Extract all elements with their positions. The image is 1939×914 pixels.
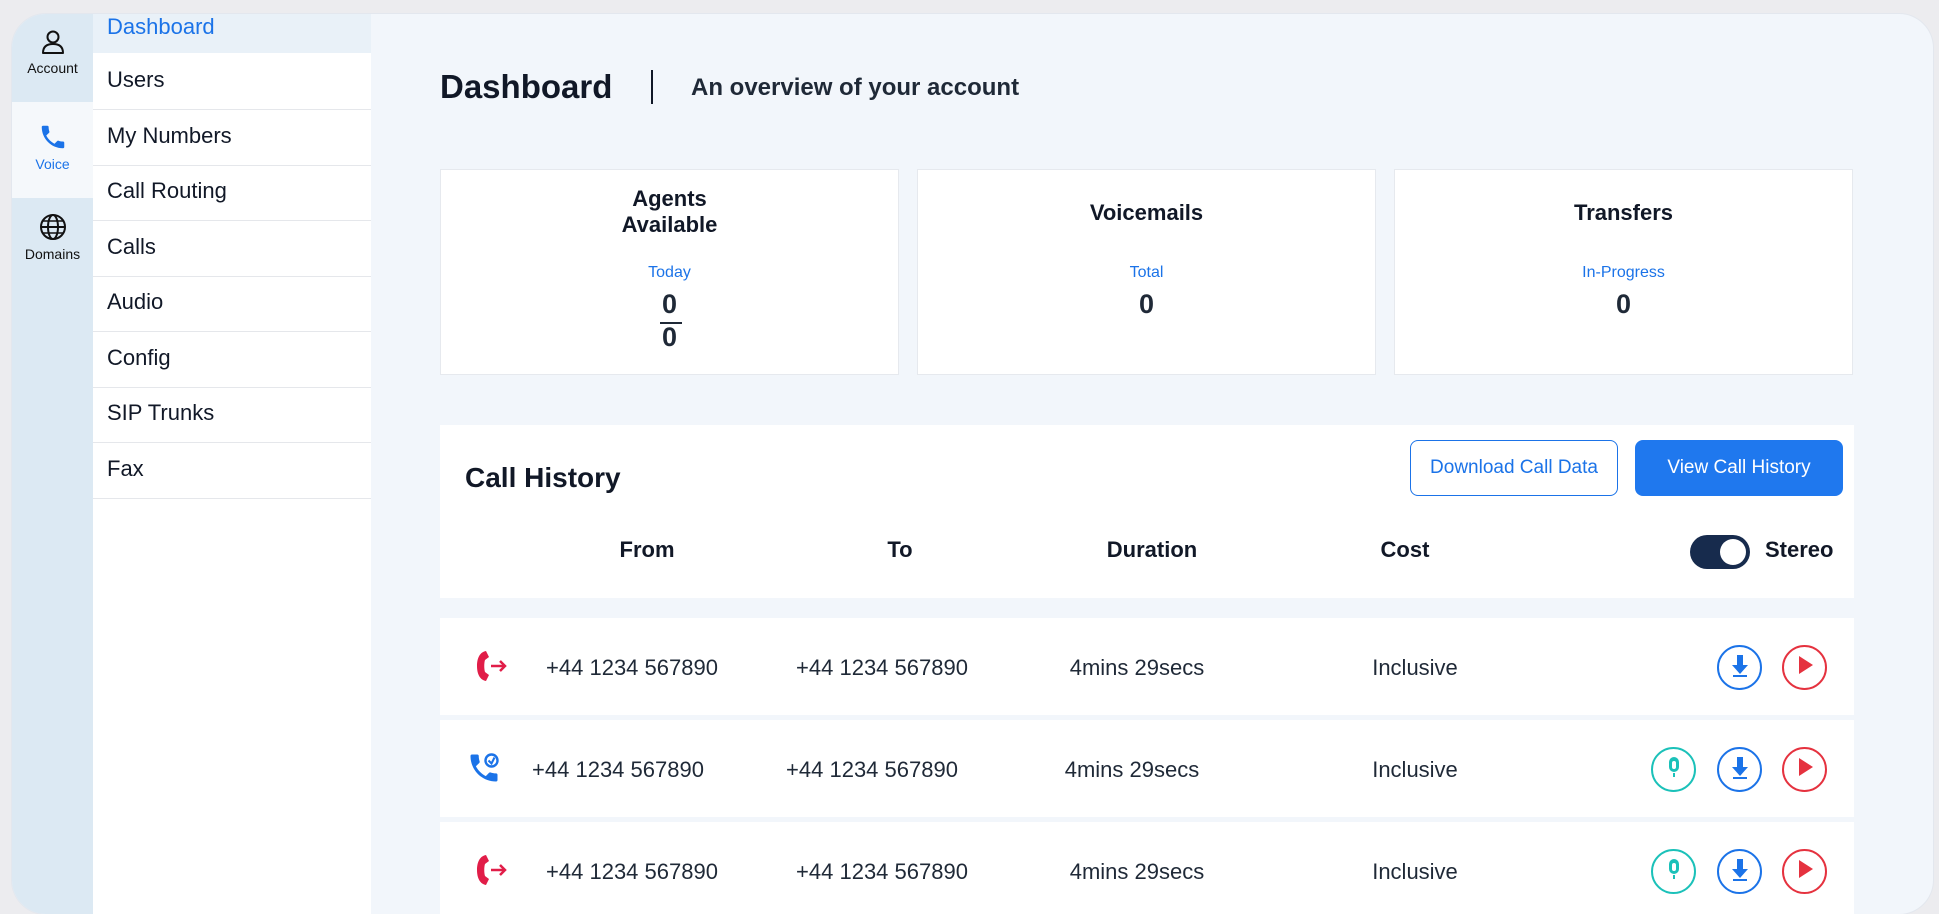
- call-from: +44 1234 567890: [546, 655, 718, 680]
- column-header-duration: Duration: [1106, 537, 1198, 562]
- call-cost: Inclusive: [1372, 757, 1458, 782]
- main-content: Dashboard An overview of your account Ag…: [371, 14, 1933, 914]
- title-divider: [651, 70, 653, 104]
- microphone-icon: [1665, 755, 1683, 784]
- call-cost: Inclusive: [1372, 859, 1458, 884]
- play-recording-button[interactable]: [1782, 645, 1827, 690]
- rail-item-voice[interactable]: Voice: [12, 102, 93, 198]
- download-call-data-button[interactable]: Download Call Data: [1410, 440, 1618, 496]
- phone-icon: [12, 122, 93, 152]
- play-recording-button[interactable]: [1782, 747, 1827, 792]
- view-call-history-button[interactable]: View Call History: [1635, 440, 1843, 496]
- toggle-knob: [1720, 539, 1746, 565]
- play-icon: [1795, 756, 1815, 783]
- submenu-item-call-routing[interactable]: Call Routing: [93, 165, 371, 221]
- stat-value: 0: [1138, 289, 1155, 319]
- rail-item-label: Voice: [35, 156, 70, 172]
- submenu-item-fax[interactable]: Fax: [93, 443, 371, 499]
- submenu-item-sip-trunks[interactable]: SIP Trunks: [93, 387, 371, 443]
- submenu-item-label: Fax: [107, 456, 144, 481]
- call-to: +44 1234 567890: [796, 655, 968, 680]
- stereo-toggle[interactable]: [1690, 535, 1750, 569]
- stat-card-agents: Agents Available Today 0 0: [440, 169, 899, 375]
- column-header-to: To: [887, 537, 913, 562]
- stat-title: Voicemails: [1089, 200, 1204, 225]
- submenu-item-label: Dashboard: [107, 14, 215, 39]
- submenu-item-label: Audio: [107, 289, 164, 314]
- submenu-item-label: Config: [107, 345, 171, 370]
- stat-subtitle: Today: [648, 264, 691, 281]
- download-recording-button[interactable]: [1717, 645, 1762, 690]
- stat-title: Transfers: [1573, 200, 1674, 225]
- recording-button[interactable]: [1651, 747, 1696, 792]
- column-header-from: From: [619, 537, 675, 562]
- download-icon: [1730, 653, 1750, 682]
- submenu-item-label: Call Routing: [107, 178, 227, 203]
- submenu-item-dashboard[interactable]: Dashboard: [93, 14, 371, 53]
- submenu-item-calls[interactable]: Calls: [93, 221, 371, 277]
- play-recording-button[interactable]: [1782, 849, 1827, 894]
- rail-item-domains[interactable]: Domains: [12, 212, 93, 292]
- submenu-item-users[interactable]: Users: [93, 54, 371, 110]
- table-row: +44 1234 567890 +44 1234 567890 4mins 29…: [440, 822, 1854, 914]
- submenu-item-label: SIP Trunks: [107, 400, 215, 425]
- stat-card-voicemails: Voicemails Total 0: [917, 169, 1376, 375]
- stat-title: Available: [621, 212, 718, 237]
- submenu-item-my-numbers[interactable]: My Numbers: [93, 110, 371, 166]
- globe-icon: [12, 212, 93, 242]
- microphone-icon: [1665, 857, 1683, 886]
- download-recording-button[interactable]: [1717, 849, 1762, 894]
- stat-subtitle: In-Progress: [1582, 264, 1665, 281]
- user-icon: [12, 28, 93, 56]
- call-history-title: Call History: [465, 462, 621, 493]
- page-title: Dashboard: [440, 68, 613, 105]
- app-window: Account Voice Domains Dashboard Users My…: [12, 14, 1933, 914]
- stat-value: 0: [1615, 289, 1632, 319]
- call-from: +44 1234 567890: [546, 859, 718, 884]
- submenu-item-label: Calls: [107, 234, 156, 259]
- stat-title: Agents: [632, 186, 707, 211]
- call-duration: 4mins 29secs: [1064, 757, 1200, 782]
- call-cost: Inclusive: [1372, 655, 1458, 680]
- download-icon: [1730, 857, 1750, 886]
- rail-item-label: Domains: [24, 246, 81, 262]
- stat-numerator: 0: [661, 289, 678, 319]
- table-row: +44 1234 567890 +44 1234 567890 4mins 29…: [440, 720, 1854, 817]
- call-duration: 4mins 29secs: [1069, 859, 1205, 884]
- submenu-item-label: Users: [107, 67, 165, 92]
- table-row: +44 1234 567890 +44 1234 567890 4mins 29…: [440, 618, 1854, 715]
- icon-rail: Account Voice Domains: [12, 14, 93, 914]
- outbound-call-icon: [474, 648, 508, 689]
- page-subtitle: An overview of your account: [691, 74, 1020, 101]
- stereo-label: Stereo: [1765, 537, 1834, 562]
- call-to: +44 1234 567890: [796, 859, 968, 884]
- inbound-call-icon: [466, 750, 502, 791]
- rail-item-label: Account: [27, 60, 78, 76]
- submenu-item-config[interactable]: Config: [93, 332, 371, 388]
- call-history-panel: Call History Download Call Data View Cal…: [440, 425, 1854, 598]
- rail-item-account[interactable]: Account: [12, 22, 93, 102]
- recording-button[interactable]: [1651, 849, 1696, 894]
- stat-card-transfers: Transfers In-Progress 0: [1394, 169, 1853, 375]
- call-duration: 4mins 29secs: [1069, 655, 1205, 680]
- call-to: +44 1234 567890: [786, 757, 958, 782]
- column-header-cost: Cost: [1380, 537, 1430, 562]
- stat-denominator: 0: [661, 322, 678, 352]
- download-recording-button[interactable]: [1717, 747, 1762, 792]
- download-icon: [1730, 755, 1750, 784]
- voice-submenu: Dashboard Users My Numbers Call Routing …: [93, 14, 371, 914]
- submenu-item-label: My Numbers: [107, 123, 232, 148]
- outbound-call-icon: [474, 852, 508, 893]
- stat-subtitle: Total: [1129, 264, 1164, 281]
- submenu-item-audio[interactable]: Audio: [93, 276, 371, 332]
- play-icon: [1795, 858, 1815, 885]
- call-from: +44 1234 567890: [532, 757, 704, 782]
- play-icon: [1795, 654, 1815, 681]
